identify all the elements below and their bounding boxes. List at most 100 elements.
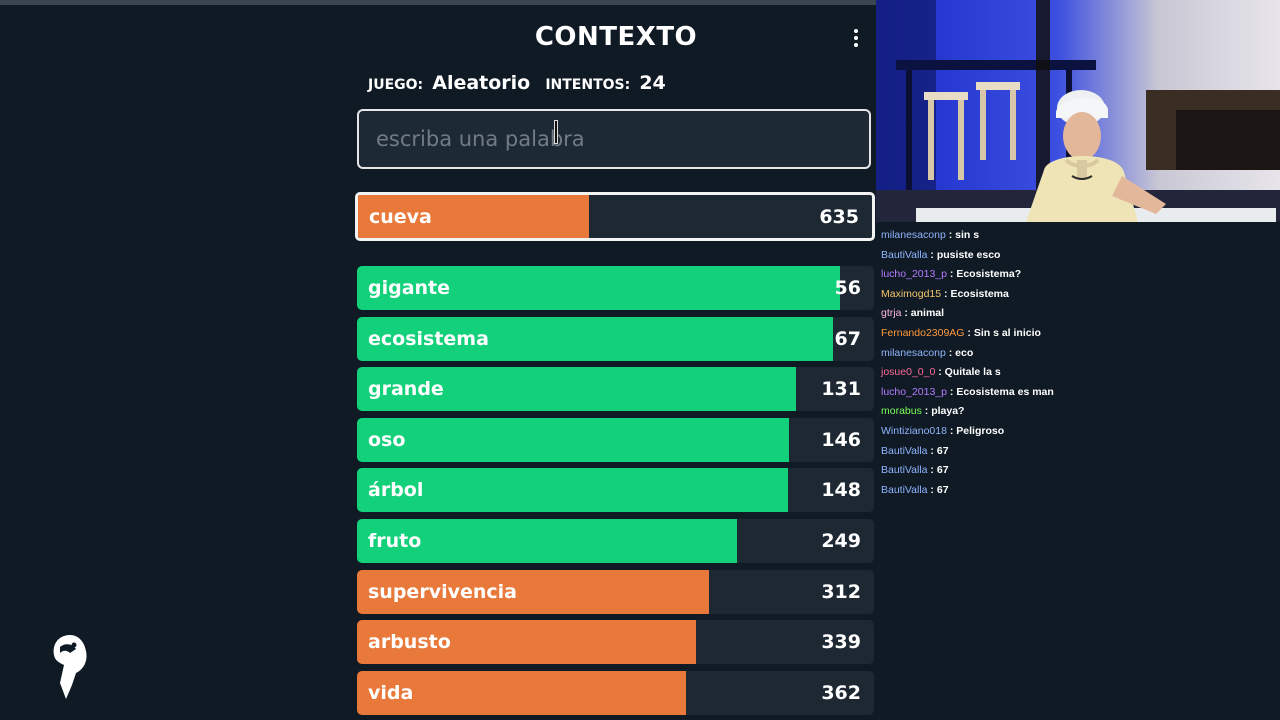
chat-message: Wintiziano018 : Peligroso <box>881 425 1276 445</box>
current-guess-rank: 635 <box>819 205 859 228</box>
chat-username[interactable]: BautiValla <box>881 249 928 261</box>
chat-text: sin s <box>955 229 980 241</box>
chat-text: Ecosistema <box>950 287 1009 300</box>
chat-username[interactable]: morabus <box>881 405 922 417</box>
chat-text: playa? <box>931 405 965 418</box>
chat-text: 67 <box>936 483 949 496</box>
chat-text: animal <box>910 307 945 320</box>
guess-row: gigante 56 <box>357 266 874 310</box>
chat-text: 67 <box>936 464 949 477</box>
streamer-webcam-image <box>876 0 1280 222</box>
chat-username[interactable]: milanesaconp <box>881 229 946 241</box>
guess-word: árbol <box>368 479 424 502</box>
chat-username[interactable]: Fernando2309AG <box>881 327 964 339</box>
chat-username[interactable]: lucho_2013_p <box>881 386 947 398</box>
toucan-logo-icon <box>53 635 87 699</box>
chat-message: BautiValla : 67 <box>881 484 1276 504</box>
chat-message: milanesaconp : eco <box>881 347 1276 367</box>
chat-separator: : <box>946 385 957 398</box>
guess-row: grande 131 <box>357 367 874 412</box>
chat-message: morabus : playa? <box>881 405 1276 425</box>
guess-row: vida 362 <box>357 670 874 715</box>
mouse-text-cursor-icon <box>555 121 557 143</box>
chat-username[interactable]: BautiValla <box>881 464 928 476</box>
guess-rank: 362 <box>821 681 861 704</box>
guess-rank: 339 <box>821 631 861 654</box>
guess-word: arbusto <box>368 631 451 654</box>
juego-value[interactable]: Aleatorio <box>432 72 530 94</box>
chat-text: Sin s al inicio <box>973 326 1041 339</box>
guess-word: oso <box>368 428 406 451</box>
chat-text: Quitale la s <box>944 366 1001 379</box>
chat-separator: : <box>927 248 937 261</box>
guess-word: grande <box>368 378 444 401</box>
chat-message: BautiValla : 67 <box>881 464 1276 484</box>
chat-message: gtrja : animal <box>881 307 1276 327</box>
chat-username[interactable]: BautiValla <box>881 445 928 457</box>
chat-text: 67 <box>936 444 949 457</box>
chat-message: BautiValla : 67 <box>881 445 1276 465</box>
guess-word: gigante <box>368 277 451 299</box>
more-menu-icon[interactable] <box>846 26 866 56</box>
chat-message: milanesaconp : sin s <box>881 229 1276 249</box>
guess-row: oso 146 <box>357 417 874 462</box>
chat-message: BautiValla : pusiste esco <box>881 249 1276 269</box>
chat-text: Ecosistema es man <box>956 385 1054 398</box>
chat-separator: : <box>946 424 957 437</box>
chat-username[interactable]: Wintiziano018 <box>881 425 947 437</box>
guess-word: ecosistema <box>368 327 489 350</box>
chat-username[interactable]: gtrja <box>881 307 901 319</box>
guess-rank: 148 <box>821 479 861 502</box>
chat-separator: : <box>935 366 945 379</box>
chat-separator: : <box>901 307 911 320</box>
chat-username[interactable]: lucho_2013_p <box>881 268 947 280</box>
chat-separator: : <box>946 268 957 281</box>
guess-rank: 56 <box>834 277 861 299</box>
chat-text: pusiste esco <box>936 248 1001 261</box>
page-title: CONTEXTO <box>534 22 698 52</box>
chat-separator: : <box>945 346 956 359</box>
guess-row: árbol 148 <box>357 468 874 513</box>
chat-separator: : <box>945 229 956 241</box>
chat-text: Peligroso <box>956 424 1005 437</box>
contexto-game-panel: CONTEXTO JUEGO: Aleatorio INTENTOS: 24 c… <box>53 0 876 720</box>
chat-text: eco <box>955 346 974 359</box>
guess-rank: 131 <box>821 378 861 401</box>
chat-message: josue0_0_0 : Quitale la s <box>881 366 1276 386</box>
game-info: JUEGO: Aleatorio INTENTOS: 24 <box>368 72 676 94</box>
chat-message: Fernando2309AG : Sin s al inicio <box>881 327 1276 347</box>
guess-input[interactable] <box>359 111 869 167</box>
chat-separator: : <box>927 444 937 457</box>
guess-word: vida <box>368 681 414 704</box>
guess-row: supervivencia 312 <box>357 569 874 614</box>
guess-bar <box>357 417 789 462</box>
guess-rank: 249 <box>821 530 861 552</box>
guess-input-box[interactable] <box>357 109 871 169</box>
guess-word: supervivencia <box>368 580 517 603</box>
intentos-label: INTENTOS: <box>545 77 631 93</box>
chat-separator: : <box>964 326 974 339</box>
guess-row: ecosistema 67 <box>357 316 874 361</box>
chat-separator: : <box>927 483 937 496</box>
guess-row: arbusto 339 <box>357 620 874 665</box>
chat-username[interactable]: milanesaconp <box>881 347 946 359</box>
chat-message: Maximogd15 : Ecosistema <box>881 288 1276 308</box>
juego-label: JUEGO: <box>368 77 424 93</box>
intentos-value: 24 <box>639 72 666 94</box>
webcam-overlay <box>876 0 1280 222</box>
stream-chat: milanesaconp : sin s BautiValla : pusiste… <box>881 229 1276 503</box>
chat-separator: : <box>927 464 937 477</box>
chat-username[interactable]: BautiValla <box>881 484 928 496</box>
chat-text: Ecosistema? <box>956 268 1022 281</box>
chat-separator: : <box>921 405 932 418</box>
chat-message: lucho_2013_p : Ecosistema? <box>881 268 1276 288</box>
chat-username[interactable]: josue0_0_0 <box>881 366 935 378</box>
guess-word: fruto <box>368 530 422 552</box>
current-guess-word: cueva <box>369 205 432 228</box>
chat-message: lucho_2013_p : Ecosistema es man <box>881 386 1276 406</box>
current-guess-row: cueva 635 <box>355 192 875 241</box>
chat-username[interactable]: Maximogd15 <box>881 288 941 300</box>
guess-rank: 146 <box>821 428 861 451</box>
guess-row: fruto 249 <box>357 519 874 563</box>
guess-rank: 312 <box>821 580 861 603</box>
